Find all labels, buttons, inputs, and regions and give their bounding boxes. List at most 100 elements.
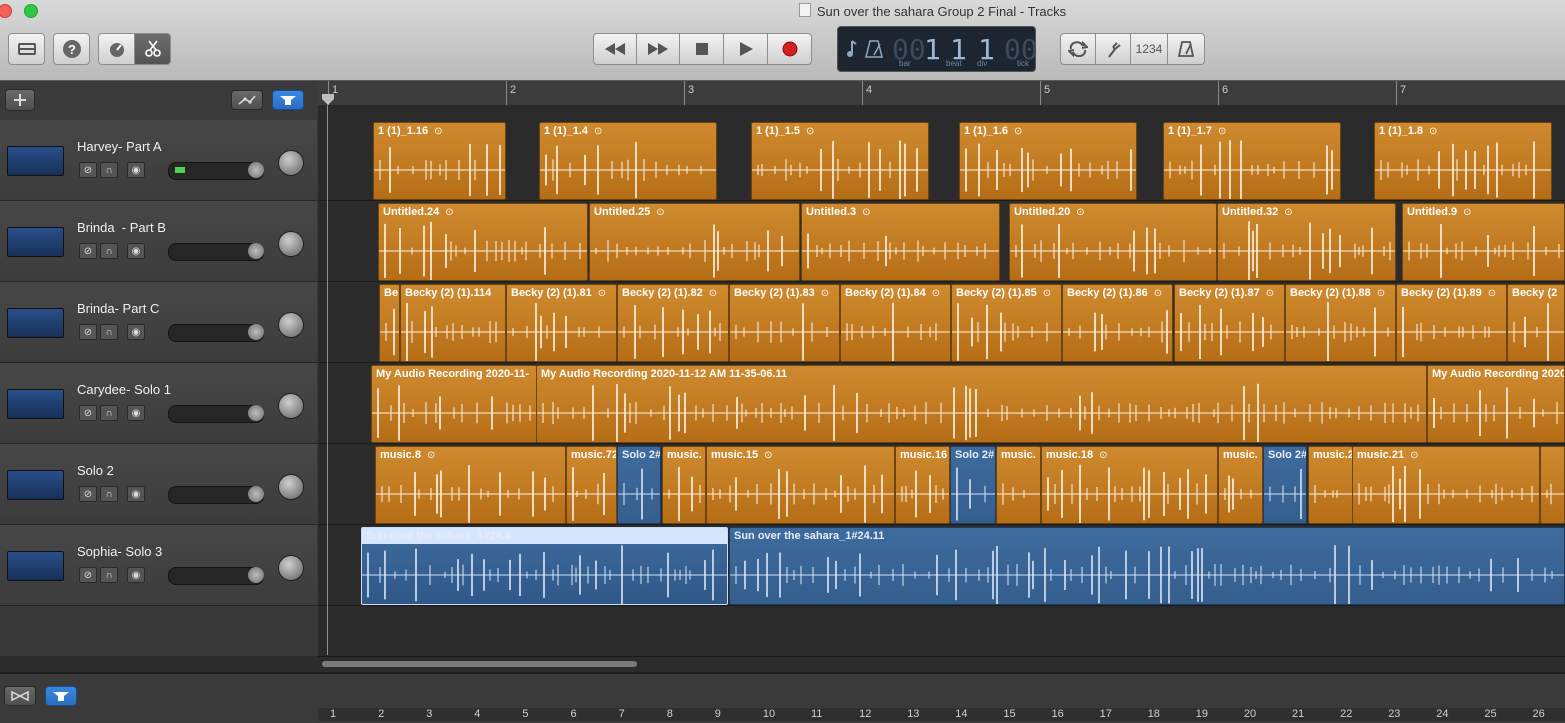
library-button[interactable] [8,33,45,65]
volume-knob[interactable] [248,567,264,583]
headphones-icon[interactable]: ∩ [100,486,118,502]
tracks-area[interactable]: 1 (1)_1.16 ⊙ 1 (1)_1.4 ⊙ 1 (1)_1.5 ⊙ 1 (1)_1.6… [318,105,1565,655]
audio-region[interactable] [1540,446,1565,524]
audio-region[interactable]: My Audio Recording 2020-11-12 AM 11-35-0… [536,365,1427,443]
headphones-icon[interactable]: ∩ [100,567,118,583]
audio-region[interactable]: 1 (1)_1.6 ⊙ [959,122,1137,200]
smart-controls-button[interactable] [98,33,135,65]
audio-region[interactable]: Becky (2) (1).87 ⊙ [1174,284,1285,362]
catch-button[interactable] [4,686,36,706]
count-in-button[interactable]: 1234 [1130,33,1168,65]
audio-region[interactable]: 1 (1)_1.5 ⊙ [751,122,929,200]
track-header[interactable]: Carydee- Solo 1 ⊘ ∩ ◉ [0,363,317,444]
track-lane[interactable]: Be Becky (2) (1).114 Becky (2) (1).81 ⊙ Beck… [318,282,1565,363]
audio-region[interactable]: My Audio Recording 2020-11- [371,365,537,443]
audio-region[interactable]: music.15 ⊙ [706,446,895,524]
fast-forward-button[interactable] [636,33,680,65]
audio-region[interactable]: music.8 ⊙ [375,446,566,524]
audio-region[interactable]: Becky (2) (1).85 ⊙ [951,284,1062,362]
track-name[interactable]: Carydee- Solo 1 [77,382,171,397]
audio-region[interactable]: Becky (2 [1507,284,1565,362]
stop-button[interactable] [679,33,724,65]
mute-button[interactable]: ⊘ [79,243,97,259]
audio-region[interactable]: music. [996,446,1041,524]
audio-region[interactable]: music.2 [1308,446,1353,524]
track-header[interactable]: Brinda - Part B ⊘ ∩ ◉ [0,201,317,282]
audio-region[interactable]: 1 (1)_1.4 ⊙ [539,122,717,200]
audio-region[interactable]: 1 (1)_1.16 ⊙ [373,122,506,200]
audio-region[interactable]: Solo 2# [1263,446,1307,524]
mute-button[interactable]: ⊘ [79,162,97,178]
audio-region[interactable]: Becky (2) (1).88 ⊙ [1285,284,1396,362]
audio-region[interactable]: Becky (2) (1).81 ⊙ [506,284,617,362]
audio-region[interactable]: Untitled.3 ⊙ [801,203,1000,281]
mute-button[interactable]: ⊘ [79,324,97,340]
audio-region[interactable]: Be [379,284,400,362]
volume-slider[interactable] [168,567,264,585]
audio-region[interactable]: 1 (1)_1.7 ⊙ [1163,122,1341,200]
track-name[interactable]: Brinda- Part C [77,301,159,316]
headphones-icon[interactable]: ∩ [100,405,118,421]
volume-slider[interactable] [168,324,264,342]
track-name[interactable]: Sophia- Solo 3 [77,544,162,559]
audio-region[interactable]: music.18 ⊙ [1041,446,1218,524]
volume-slider[interactable] [168,243,264,261]
pan-knob[interactable] [278,231,304,257]
audio-region[interactable]: Untitled.32 ⊙ [1217,203,1396,281]
editor-ruler[interactable]: 1 2 3 4 5 6 7 8 9 10 11 12 13 14 15 16 17 18 19 20 21 22 23 24 2… [318,708,1565,721]
volume-slider[interactable] [168,486,264,504]
track-header[interactable]: Sophia- Solo 3 ⊘ ∩ ◉ [0,525,317,606]
audio-region[interactable]: Untitled.24 ⊙ [378,203,588,281]
bar-ruler[interactable]: 1 2 3 4 5 6 7 [318,81,1565,106]
volume-knob[interactable] [248,486,264,502]
mute-button[interactable]: ⊘ [79,486,97,502]
pan-knob[interactable] [278,150,304,176]
audio-region[interactable]: Becky (2) (1).84 ⊙ [840,284,951,362]
play-button[interactable] [723,33,768,65]
playhead-icon[interactable] [322,94,334,105]
automation-button[interactable] [231,90,263,110]
headphones-icon[interactable]: ∩ [100,243,118,259]
pan-knob[interactable] [278,555,304,581]
volume-knob[interactable] [248,405,264,421]
headphones-icon[interactable]: ∩ [100,162,118,178]
audio-region[interactable]: Untitled.9 ⊙ [1402,203,1565,281]
pan-knob[interactable] [278,393,304,419]
volume-knob[interactable] [248,324,264,340]
audio-region[interactable]: Solo 2# [617,446,661,524]
volume-slider[interactable] [168,405,264,423]
track-header[interactable]: Harvey- Part A ⊘ ∩ ◉ [0,120,317,201]
metronome-button[interactable] [1167,33,1205,65]
rewind-button[interactable] [593,33,637,65]
track-lane[interactable]: music.8 ⊙ music.72 Solo 2# music. music.15 ⊙ mu… [318,444,1565,525]
headphones-icon[interactable]: ∩ [100,324,118,340]
track-lane[interactable]: 1 (1)_1.16 ⊙ 1 (1)_1.4 ⊙ 1 (1)_1.5 ⊙ 1 (1)_1.6… [318,120,1565,201]
horizontal-scrollbar[interactable] [318,656,1565,671]
volume-knob[interactable] [248,243,264,259]
add-track-button[interactable] [5,89,35,111]
track-header[interactable]: Solo 2 ⊘ ∩ ◉ [0,444,317,525]
flex-button[interactable] [272,90,304,110]
audio-region[interactable]: Becky (2) (1).83 ⊙ [729,284,840,362]
audio-region[interactable]: Sun over the sahara_1#24.4 [361,527,728,605]
audio-region[interactable]: Untitled.25 ⊙ [589,203,800,281]
record-enable-icon[interactable]: ◉ [127,162,145,178]
audio-region[interactable]: music. [1218,446,1263,524]
help-button[interactable]: ? [53,33,90,65]
volume-knob[interactable] [248,162,264,178]
track-lane[interactable]: Untitled.24 ⊙ Untitled.25 ⊙ Untitled.3 ⊙ Untit… [318,201,1565,282]
audio-region[interactable]: My Audio Recording 2020 [1427,365,1565,443]
audio-region[interactable]: music.21 ⊙ [1352,446,1540,524]
mute-button[interactable]: ⊘ [79,405,97,421]
mute-button[interactable]: ⊘ [79,567,97,583]
scrollbar-thumb[interactable] [322,661,637,667]
record-enable-icon[interactable]: ◉ [127,567,145,583]
record-enable-icon[interactable]: ◉ [127,486,145,502]
cycle-button[interactable] [1060,33,1096,65]
audio-region[interactable]: music.72 [566,446,617,524]
audio-region[interactable]: Becky (2) (1).86 ⊙ [1062,284,1173,362]
record-enable-icon[interactable]: ◉ [127,324,145,340]
tuner-button[interactable] [1095,33,1131,65]
editor-flex-button[interactable] [45,686,77,706]
audio-region[interactable]: Untitled.20 ⊙ [1009,203,1217,281]
